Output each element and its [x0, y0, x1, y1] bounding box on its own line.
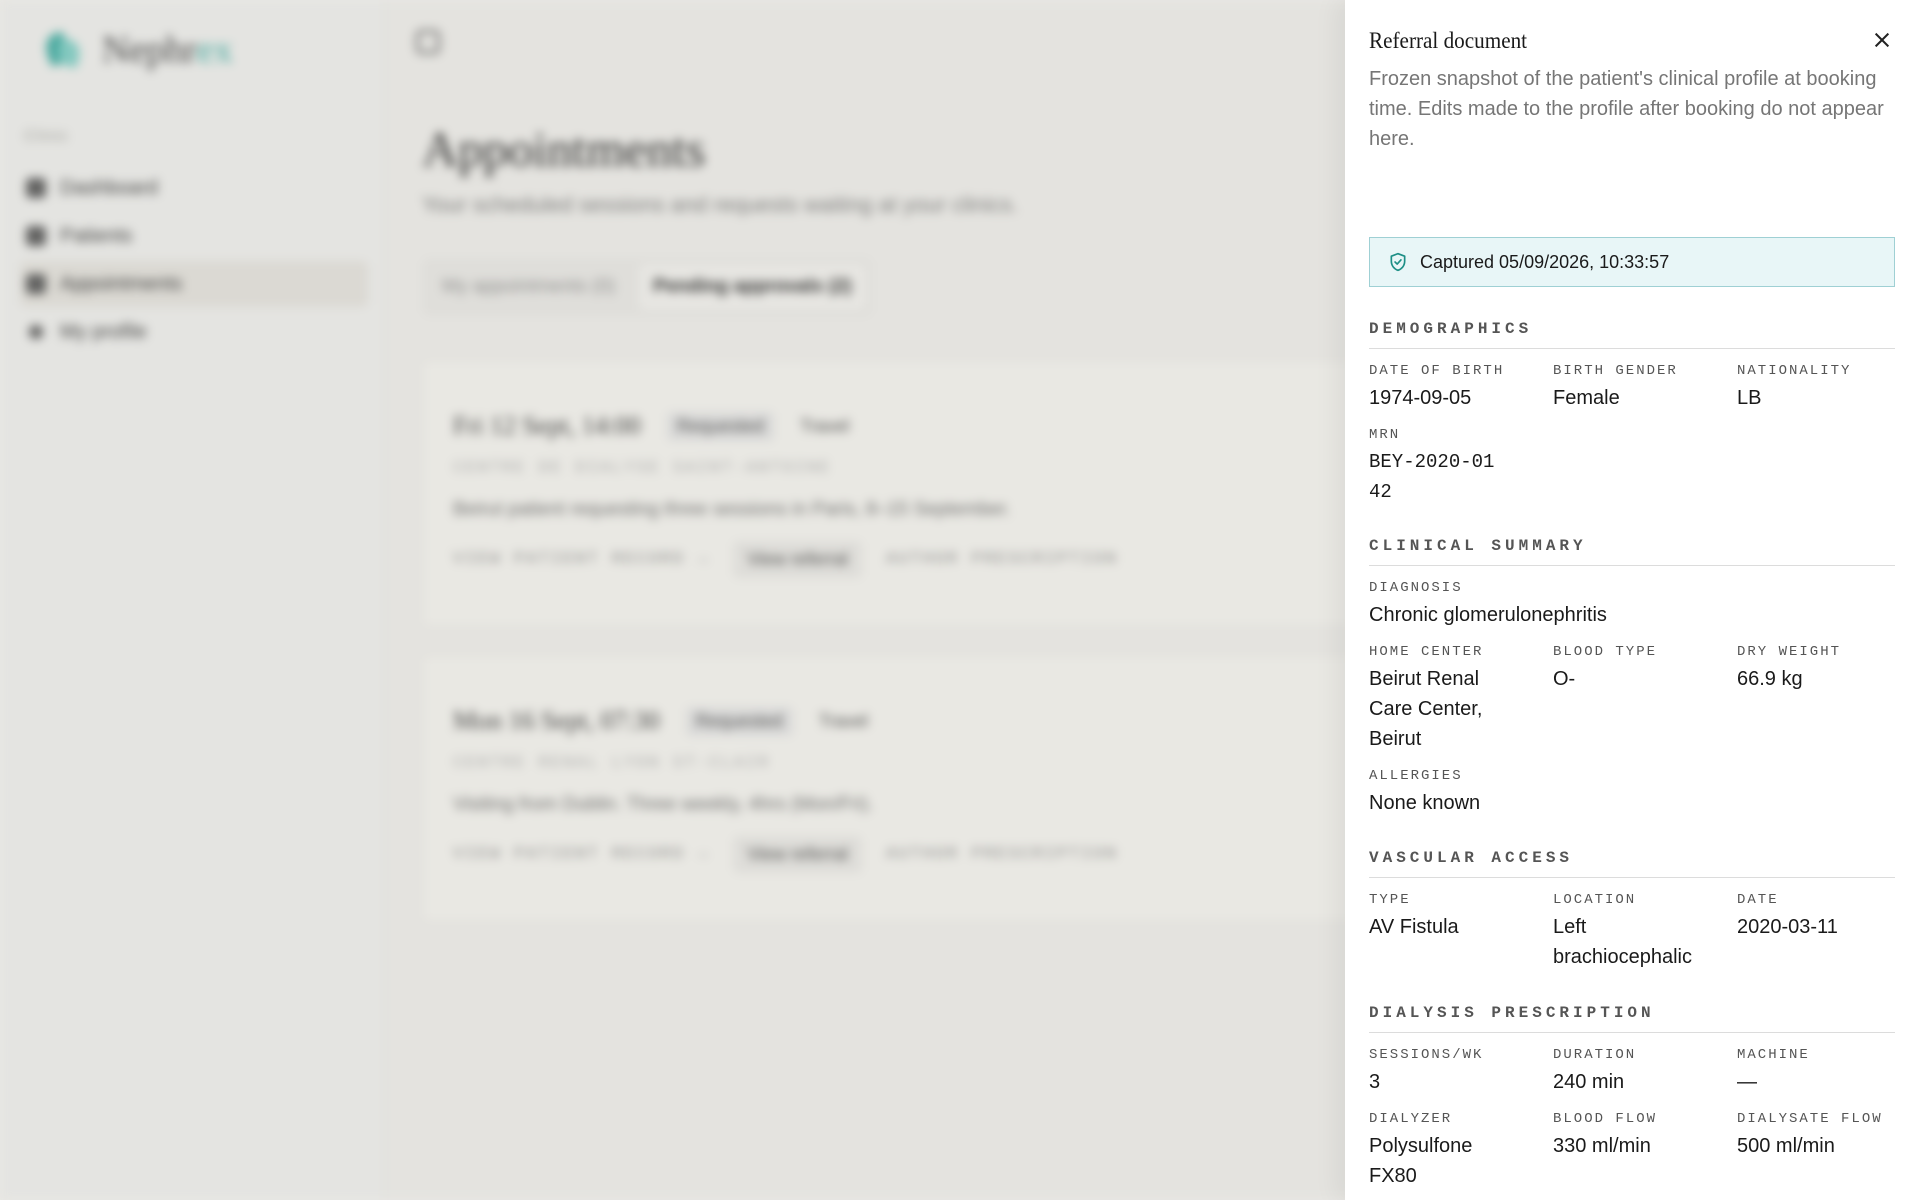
- section-heading: DEMOGRAPHICS: [1369, 320, 1895, 349]
- field-label: DIAGNOSIS: [1369, 580, 1463, 596]
- field-nationality: NATIONALITY LB: [1737, 363, 1895, 413]
- field-label: DATE OF BIRTH: [1369, 363, 1505, 379]
- field-label: LOCATION: [1553, 892, 1637, 908]
- field-label: DATE: [1737, 892, 1779, 908]
- field-label: MACHINE: [1737, 1047, 1810, 1063]
- field-label: SESSIONS/WK: [1369, 1047, 1484, 1063]
- field-home-center: HOME CENTER Beirut Renal Care Center, Be…: [1369, 644, 1553, 754]
- field-machine: MACHINE —: [1737, 1047, 1895, 1097]
- field-allergies: ALLERGIES None known: [1369, 768, 1895, 818]
- field-blood-type: BLOOD TYPE O-: [1553, 644, 1737, 754]
- captured-timestamp: Captured 05/09/2026, 10:33:57: [1420, 251, 1670, 272]
- field-value: AV Fistula: [1369, 916, 1459, 938]
- field-value: O-: [1553, 668, 1576, 690]
- section-heading: VASCULAR ACCESS: [1369, 849, 1895, 878]
- field-value: 240 min: [1553, 1071, 1625, 1093]
- field-label: BLOOD TYPE: [1553, 644, 1658, 660]
- field-label: ALLERGIES: [1369, 768, 1463, 784]
- field-label: NATIONALITY: [1737, 363, 1852, 379]
- shield-check-icon: [1390, 252, 1406, 272]
- field-value: 330 ml/min: [1553, 1135, 1651, 1157]
- field-blood-flow: BLOOD FLOW 330 ml/min: [1553, 1111, 1737, 1191]
- referral-drawer: Referral document Frozen snapshot of the…: [1345, 0, 1920, 1200]
- field-label: TYPE: [1369, 892, 1411, 908]
- field-dialyzer: DIALYZER Polysulfone FX80: [1369, 1111, 1553, 1191]
- demographics-section: DEMOGRAPHICS DATE OF BIRTH 1974-09-05 BI…: [1369, 320, 1895, 507]
- field-access-date: DATE 2020-03-11: [1737, 892, 1895, 972]
- field-access-type: TYPE AV Fistula: [1369, 892, 1553, 972]
- field-label: DURATION: [1553, 1047, 1637, 1063]
- drawer-description: Frozen snapshot of the patient's clinica…: [1369, 68, 1884, 150]
- field-value: BEY-2020-0142: [1369, 451, 1495, 503]
- field-value: —: [1737, 1071, 1757, 1093]
- field-date-of-birth: DATE OF BIRTH 1974-09-05: [1369, 363, 1553, 413]
- section-heading: DIALYSIS PRESCRIPTION: [1369, 1004, 1895, 1033]
- field-value: 2020-03-11: [1737, 916, 1838, 938]
- field-value: Beirut Renal Care Center, Beirut: [1369, 668, 1483, 750]
- drawer-title: Referral document: [1369, 28, 1528, 53]
- field-label: DIALYZER: [1369, 1111, 1453, 1127]
- captured-banner: Captured 05/09/2026, 10:33:57: [1369, 237, 1895, 287]
- dialysis-prescription-section: DIALYSIS PRESCRIPTION SESSIONS/WK 3 DURA…: [1369, 1004, 1895, 1191]
- field-value: Female: [1553, 387, 1620, 409]
- vascular-access-section: VASCULAR ACCESS TYPE AV Fistula LOCATION…: [1369, 849, 1895, 972]
- close-icon[interactable]: [1868, 26, 1896, 54]
- field-sessions-per-week: SESSIONS/WK 3: [1369, 1047, 1553, 1097]
- field-value: Left brachiocephalic: [1553, 916, 1692, 968]
- clinical-summary-section: CLINICAL SUMMARY DIAGNOSIS Chronic glome…: [1369, 537, 1895, 818]
- field-value: LB: [1737, 387, 1762, 409]
- field-label: BIRTH GENDER: [1553, 363, 1678, 379]
- field-label: HOME CENTER: [1369, 644, 1484, 660]
- field-value: Polysulfone FX80: [1369, 1135, 1473, 1187]
- field-duration: DURATION 240 min: [1553, 1047, 1737, 1097]
- field-label: DRY WEIGHT: [1737, 644, 1842, 660]
- field-mrn: MRN BEY-2020-0142: [1369, 427, 1553, 507]
- field-value: 500 ml/min: [1737, 1135, 1835, 1157]
- field-dry-weight: DRY WEIGHT 66.9 kg: [1737, 644, 1895, 754]
- field-value: 66.9 kg: [1737, 668, 1803, 690]
- field-value: 3: [1369, 1071, 1381, 1093]
- field-access-location: LOCATION Left brachiocephalic: [1553, 892, 1737, 972]
- field-label: DIALYSATE FLOW: [1737, 1111, 1883, 1127]
- field-value: 1974-09-05: [1369, 387, 1472, 409]
- field-value: Chronic glomerulonephritis: [1369, 604, 1607, 626]
- field-value: None known: [1369, 792, 1481, 814]
- field-diagnosis: DIAGNOSIS Chronic glomerulonephritis: [1369, 580, 1895, 630]
- section-heading: CLINICAL SUMMARY: [1369, 537, 1895, 566]
- field-label: MRN: [1369, 427, 1401, 443]
- field-birth-gender: BIRTH GENDER Female: [1553, 363, 1737, 413]
- field-label: BLOOD FLOW: [1553, 1111, 1658, 1127]
- field-dialysate-flow: DIALYSATE FLOW 500 ml/min: [1737, 1111, 1895, 1191]
